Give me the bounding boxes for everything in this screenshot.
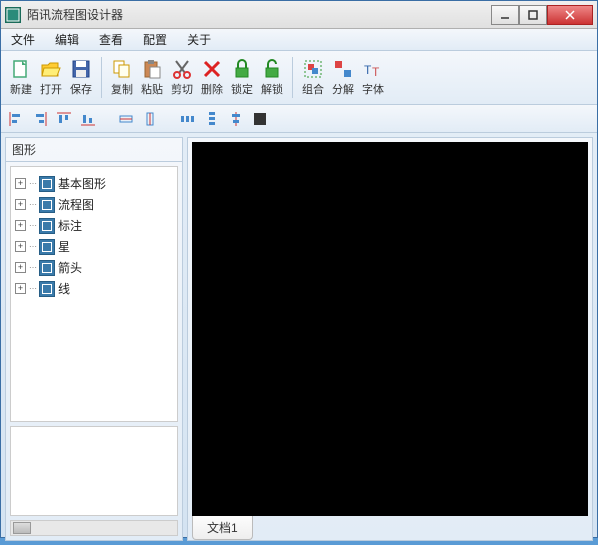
sidebar-scrollbar[interactable]: [10, 520, 178, 536]
body-area: 图形 + ⋯ 基本图形 + ⋯ 流程图 + ⋯ 标: [1, 133, 597, 545]
font-button[interactable]: TT 字体: [359, 55, 387, 100]
folder-icon: [39, 239, 55, 255]
align-bottom-button[interactable]: [79, 110, 97, 128]
dist-v-button[interactable]: [203, 110, 221, 128]
lock-icon: [231, 58, 253, 80]
app-icon: [5, 7, 21, 23]
menu-config[interactable]: 配置: [139, 29, 171, 50]
expand-icon[interactable]: +: [15, 283, 26, 294]
svg-text:T: T: [372, 65, 380, 79]
lock-button[interactable]: 锁定: [228, 55, 256, 100]
folder-icon: [39, 218, 55, 234]
folder-icon: [39, 197, 55, 213]
sidebar: 图形 + ⋯ 基本图形 + ⋯ 流程图 + ⋯ 标: [5, 137, 183, 541]
expand-icon[interactable]: +: [15, 262, 26, 273]
folder-icon: [39, 260, 55, 276]
tree-item-callout[interactable]: + ⋯ 标注: [13, 215, 175, 236]
menu-view[interactable]: 查看: [95, 29, 127, 50]
sidebar-title: 图形: [6, 138, 182, 162]
same-height-button[interactable]: [141, 110, 159, 128]
align-right-button[interactable]: [31, 110, 49, 128]
svg-text:T: T: [364, 63, 372, 77]
open-button[interactable]: 打开: [37, 55, 65, 100]
same-width-button[interactable]: [117, 110, 135, 128]
group-button[interactable]: 组合: [299, 55, 327, 100]
scrollbar-thumb[interactable]: [13, 522, 31, 534]
expand-icon[interactable]: +: [15, 241, 26, 252]
group-icon: [302, 58, 324, 80]
center-h-button[interactable]: [227, 110, 245, 128]
document-tabs: 文档1: [188, 516, 592, 540]
app-window: 陌讯流程图设计器 文件 编辑 查看 配置 关于 新建 打开 保存: [0, 0, 598, 538]
expand-icon[interactable]: +: [15, 220, 26, 231]
menu-about[interactable]: 关于: [183, 29, 215, 50]
tree-item-star[interactable]: + ⋯ 星: [13, 236, 175, 257]
new-icon: [10, 58, 32, 80]
expand-icon[interactable]: +: [15, 199, 26, 210]
unlock-icon: [261, 58, 283, 80]
ungroup-button[interactable]: 分解: [329, 55, 357, 100]
main-toolbar: 新建 打开 保存 复制 粘贴 剪切: [1, 51, 597, 105]
window-title: 陌讯流程图设计器: [27, 6, 491, 23]
shape-tree[interactable]: + ⋯ 基本图形 + ⋯ 流程图 + ⋯ 标注: [10, 166, 178, 422]
tree-item-line[interactable]: + ⋯ 线: [13, 278, 175, 299]
font-icon: TT: [362, 58, 384, 80]
align-left-button[interactable]: [7, 110, 25, 128]
folder-icon: [39, 176, 55, 192]
save-icon: [70, 58, 92, 80]
cut-icon: [171, 58, 193, 80]
save-button[interactable]: 保存: [67, 55, 95, 100]
delete-icon: [201, 58, 223, 80]
close-button[interactable]: [547, 5, 593, 25]
dist-h-button[interactable]: [179, 110, 197, 128]
menu-edit[interactable]: 编辑: [51, 29, 83, 50]
align-top-button[interactable]: [55, 110, 73, 128]
unlock-button[interactable]: 解锁: [258, 55, 286, 100]
tree-item-arrow[interactable]: + ⋯ 箭头: [13, 257, 175, 278]
copy-button[interactable]: 复制: [108, 55, 136, 100]
maximize-button[interactable]: [519, 5, 547, 25]
minimize-button[interactable]: [491, 5, 519, 25]
menubar: 文件 编辑 查看 配置 关于: [1, 29, 597, 51]
titlebar: 陌讯流程图设计器: [1, 1, 597, 29]
new-button[interactable]: 新建: [7, 55, 35, 100]
window-controls: [491, 5, 593, 25]
paste-button[interactable]: 粘贴: [138, 55, 166, 100]
menu-file[interactable]: 文件: [7, 29, 39, 50]
folder-icon: [39, 281, 55, 297]
canvas[interactable]: [192, 142, 588, 516]
open-icon: [40, 58, 62, 80]
cut-button[interactable]: 剪切: [168, 55, 196, 100]
doc-tab-1[interactable]: 文档1: [192, 516, 253, 540]
canvas-area: 文档1: [187, 137, 593, 541]
shape-preview: [10, 426, 178, 516]
tree-item-flowchart[interactable]: + ⋯ 流程图: [13, 194, 175, 215]
delete-button[interactable]: 删除: [198, 55, 226, 100]
tree-item-basic[interactable]: + ⋯ 基本图形: [13, 173, 175, 194]
expand-icon[interactable]: +: [15, 178, 26, 189]
align-toolbar: [1, 105, 597, 133]
ungroup-icon: [332, 58, 354, 80]
copy-icon: [111, 58, 133, 80]
center-v-button[interactable]: [251, 110, 269, 128]
paste-icon: [141, 58, 163, 80]
